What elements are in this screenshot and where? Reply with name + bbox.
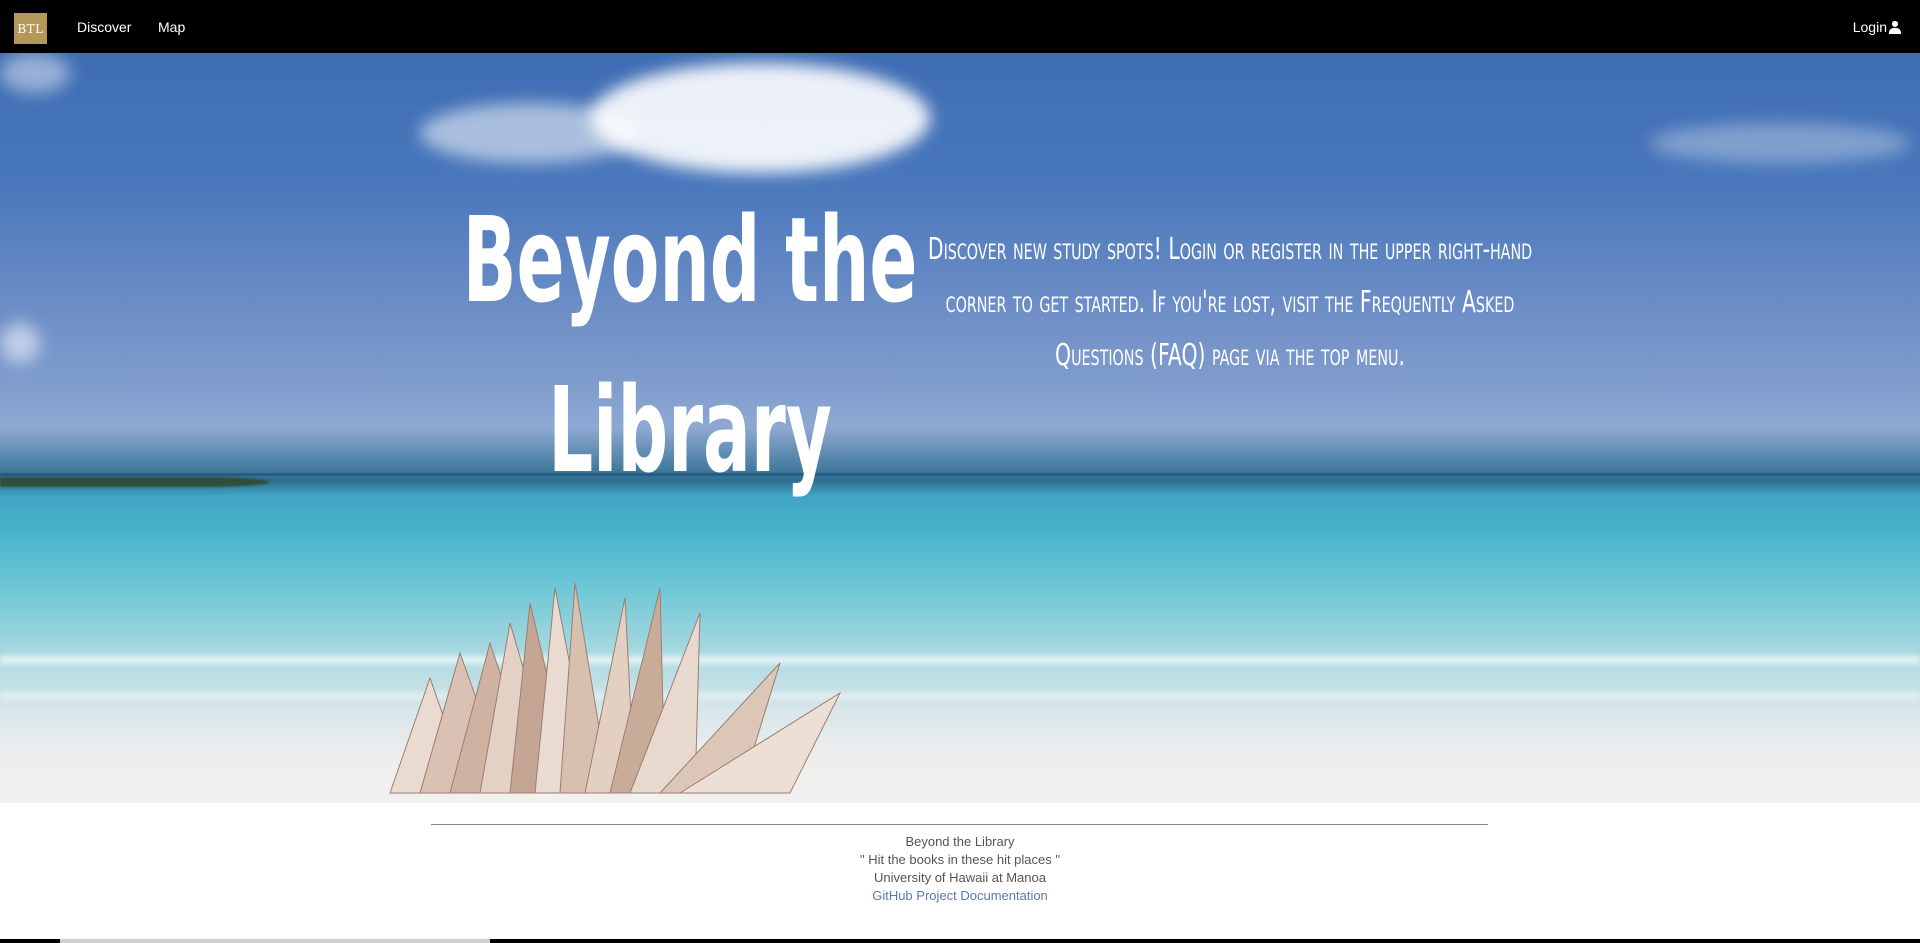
- scrollbar-thumb[interactable]: [60, 939, 490, 943]
- surf-line: [0, 656, 1920, 664]
- hero-banner: Beyond the Library Discover new study sp…: [0, 53, 1920, 803]
- footer-tagline: " Hit the books in these hit places ": [859, 852, 1060, 867]
- horizontal-scrollbar[interactable]: [0, 939, 1920, 943]
- cloud-decoration: [0, 53, 70, 93]
- hero-description: Discover new study spots! Login or regis…: [920, 223, 1540, 382]
- cloud-decoration: [420, 103, 640, 163]
- user-icon: [1888, 20, 1902, 34]
- cloud-decoration: [0, 323, 40, 363]
- hero-title-line2: Library: [548, 361, 832, 499]
- login-label: Login: [1852, 19, 1887, 35]
- footer-site-name: Beyond the Library: [905, 834, 1015, 849]
- github-documentation-link[interactable]: GitHub Project Documentation: [872, 888, 1048, 903]
- footer-text-block: Beyond the Library " Hit the books in th…: [0, 833, 1920, 905]
- island-silhouette: [0, 477, 270, 487]
- nav-discover-link[interactable]: Discover: [77, 18, 131, 36]
- surf-line: [0, 693, 1920, 699]
- btl-logo[interactable]: BTL: [14, 13, 47, 44]
- nav-map-link[interactable]: Map: [158, 18, 185, 36]
- footer: Beyond the Library " Hit the books in th…: [0, 803, 1920, 943]
- hero-title-line1: Beyond the: [462, 191, 918, 329]
- top-navbar: BTL Discover Map Login: [0, 0, 1920, 53]
- login-button[interactable]: Login: [1853, 18, 1902, 36]
- hero-description-text: Discover new study spots! Login or regis…: [927, 232, 1533, 373]
- footer-divider: [431, 824, 1488, 825]
- cloud-decoration: [1650, 123, 1910, 163]
- cloud-decoration: [590, 63, 930, 173]
- open-book-image: [389, 583, 842, 794]
- footer-university: University of Hawaii at Manoa: [874, 870, 1046, 885]
